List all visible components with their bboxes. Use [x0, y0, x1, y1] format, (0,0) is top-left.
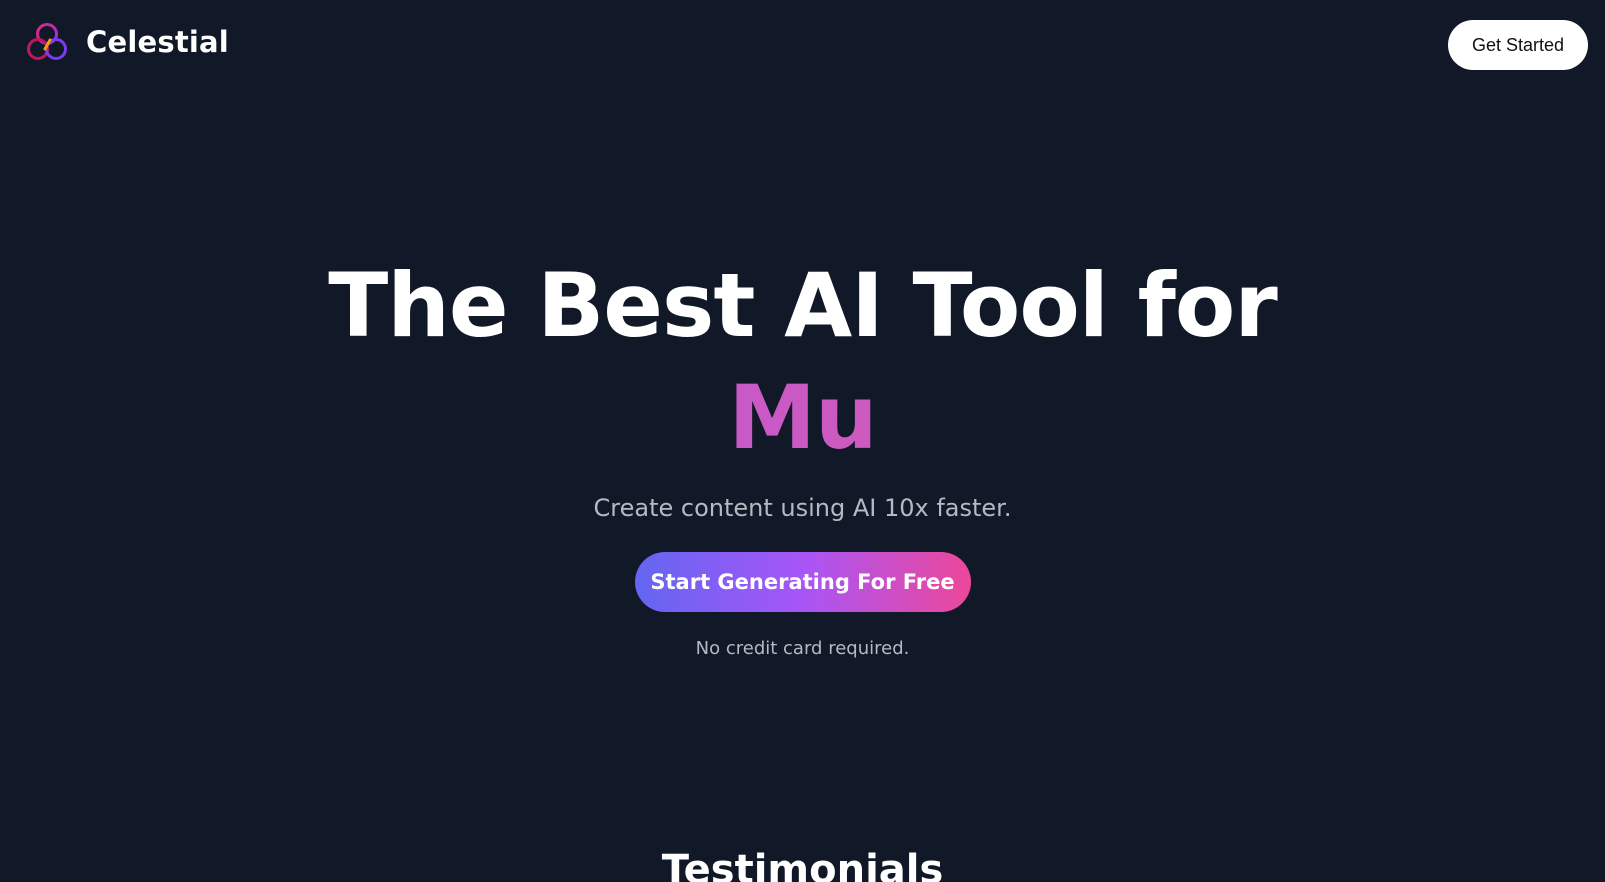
brand-link[interactable]: Celestial — [26, 22, 229, 62]
celestial-logo-icon — [26, 22, 68, 62]
hero-section: The Best AI Tool for Mu Create content u… — [0, 250, 1605, 659]
get-started-button[interactable]: Get Started — [1448, 20, 1588, 70]
top-navbar: Celestial Get Started — [0, 0, 1605, 90]
start-generating-button[interactable]: Start Generating For Free — [634, 552, 971, 612]
landing-page: Celestial Get Started The Best AI Tool f… — [0, 0, 1605, 882]
hero-headline: The Best AI Tool for Mu — [0, 250, 1605, 474]
hero-rotating-word: Mu — [0, 362, 1605, 474]
brand-name: Celestial — [86, 25, 229, 59]
hero-headline-text: The Best AI Tool for — [328, 254, 1278, 357]
hero-subtitle: Create content using AI 10x faster. — [593, 494, 1012, 522]
testimonials-heading: Testimonials — [661, 847, 944, 882]
no-credit-card-note: No credit card required. — [695, 638, 910, 659]
